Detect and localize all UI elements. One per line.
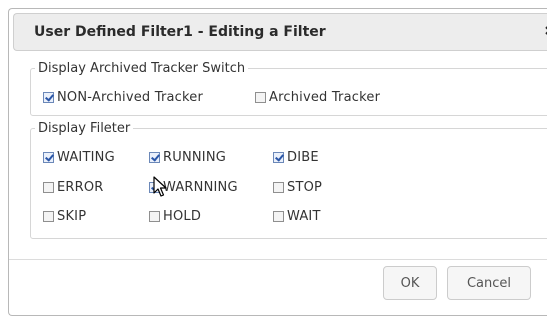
checkbox-stop[interactable]: STOP	[273, 179, 322, 195]
checkbox-hold[interactable]: HOLD	[149, 208, 201, 224]
checkbox-label: DIBE	[287, 149, 319, 165]
checkbox-waiting[interactable]: WAITING	[43, 149, 115, 165]
checkbox-box[interactable]	[43, 181, 54, 193]
checkbox-box[interactable]	[43, 91, 54, 103]
checkbox-non-archived-tracker[interactable]: NON-Archived Tracker	[43, 89, 203, 105]
checkbox-box[interactable]	[255, 91, 266, 103]
checkbox-box[interactable]	[43, 210, 54, 222]
checkbox-label: SKIP	[57, 208, 87, 224]
checkbox-box[interactable]	[43, 151, 54, 163]
checkbox-box[interactable]	[273, 181, 284, 193]
checkbox-running[interactable]: RUNNING	[149, 149, 226, 165]
checkbox-error[interactable]: ERROR	[43, 179, 104, 195]
ok-button[interactable]: OK	[383, 266, 437, 300]
checkbox-label: NON-Archived Tracker	[57, 89, 204, 105]
checkbox-box[interactable]	[273, 210, 284, 222]
checkbox-dibe[interactable]: DIBE	[273, 149, 319, 165]
dialog-title: User Defined Filter1 - Editing a Filter	[34, 24, 326, 40]
checkbox-box[interactable]	[149, 210, 160, 222]
checkbox-label: WARNNING	[163, 179, 238, 195]
checkbox-label: Archived Tracker	[269, 89, 381, 105]
dialog-titlebar[interactable]: User Defined Filter1 - Editing a Filter …	[13, 13, 547, 51]
checkbox-label: RUNNING	[163, 149, 227, 165]
checkbox-wait[interactable]: WAIT	[273, 208, 321, 224]
checkbox-label: STOP	[287, 179, 323, 195]
checkbox-box[interactable]	[149, 151, 160, 163]
checkbox-archived-tracker[interactable]: Archived Tracker	[255, 89, 380, 105]
footer-divider	[9, 259, 547, 260]
cancel-button[interactable]: Cancel	[447, 266, 531, 300]
archived-tracker-legend: Display Archived Tracker Switch	[38, 61, 246, 76]
checkbox-label: WAITING	[57, 149, 115, 165]
arrow-pointer-icon	[153, 176, 167, 197]
display-filter-legend: Display Fileter	[38, 121, 131, 136]
filter-dialog: User Defined Filter1 - Editing a Filter …	[8, 8, 547, 316]
checkbox-label: ERROR	[57, 179, 104, 195]
checkbox-box[interactable]	[273, 151, 284, 163]
checkbox-label: WAIT	[287, 208, 321, 224]
checkbox-label: HOLD	[163, 208, 202, 224]
checkbox-skip[interactable]: SKIP	[43, 208, 86, 224]
